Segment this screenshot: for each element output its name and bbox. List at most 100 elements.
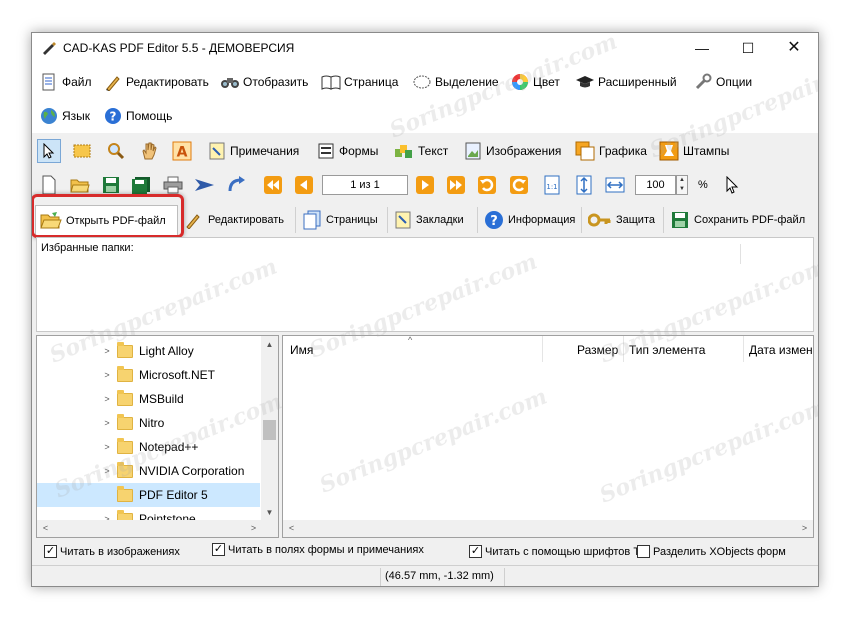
floppy-stack-icon: [132, 177, 150, 194]
svg-text:A: A: [177, 145, 188, 161]
marquee-tool-button[interactable]: [70, 139, 94, 163]
chevron-right-icon[interactable]: >: [101, 394, 113, 404]
tab-save-pdf[interactable]: Сохранить PDF-файл: [666, 207, 816, 233]
scroll-up-icon[interactable]: ▲: [261, 336, 278, 353]
save-as-button[interactable]: [129, 173, 153, 197]
rotate-button[interactable]: [225, 173, 249, 197]
chevron-right-icon[interactable]: >: [101, 466, 113, 476]
tree-item-nitro[interactable]: > Nitro: [37, 411, 260, 435]
edit-icon: [103, 72, 123, 92]
chevron-right-icon[interactable]: >: [101, 370, 113, 380]
column-type[interactable]: Тип элемента: [629, 343, 705, 357]
maximize-button[interactable]: ☐: [725, 33, 771, 63]
undo-button[interactable]: [475, 173, 499, 197]
tree-vertical-scrollbar[interactable]: ▲ ▼: [261, 336, 278, 521]
file-list[interactable]: ^ Имя Размер Тип элемента Дата измен < >: [282, 335, 814, 538]
column-separator: [623, 336, 624, 362]
text-tool[interactable]: Текст: [394, 139, 448, 163]
scroll-right-icon[interactable]: >: [796, 520, 813, 537]
last-page-button[interactable]: [444, 173, 468, 197]
menu-help[interactable]: ? Помощь: [103, 104, 172, 128]
print-button[interactable]: [161, 173, 185, 197]
tab-protection[interactable]: Защита: [584, 207, 664, 233]
menu-selection[interactable]: Выделение: [412, 70, 499, 94]
read-fonts-checkbox[interactable]: ✓ Читать с помощью шрифтов Т: [469, 545, 640, 558]
send-arrow-icon: [195, 179, 214, 191]
scroll-thumb[interactable]: [263, 420, 276, 440]
tab-open-pdf[interactable]: Открыть PDF-файл: [35, 205, 178, 235]
stamps-tool[interactable]: Штампы: [659, 139, 729, 163]
chevron-right-icon[interactable]: >: [101, 418, 113, 428]
new-document-button[interactable]: [37, 173, 61, 197]
column-size[interactable]: Размер: [577, 343, 618, 357]
scroll-right-icon[interactable]: >: [245, 520, 262, 537]
next-page-button[interactable]: [413, 173, 437, 197]
menu-view[interactable]: Отобразить: [220, 70, 308, 94]
tab-pages[interactable]: Страницы: [298, 207, 388, 233]
open-button[interactable]: [68, 173, 92, 197]
spin-up-icon[interactable]: ▲: [677, 176, 687, 185]
menu-options[interactable]: Опции: [693, 70, 752, 94]
checkmark-icon[interactable]: ✓: [44, 545, 57, 558]
pointer-button[interactable]: [720, 173, 744, 197]
fit-width-button[interactable]: [603, 173, 627, 197]
tab-info[interactable]: ? Информация: [480, 207, 582, 233]
split-xobjects-checkbox[interactable]: Разделить XObjects форм: [637, 545, 786, 558]
redo-button[interactable]: [507, 173, 531, 197]
actual-size-button[interactable]: 1:1: [540, 173, 564, 197]
checkbox-empty-icon[interactable]: [637, 545, 650, 558]
tree-item-notepad-plus-plus[interactable]: > Notepad++: [37, 435, 260, 459]
fit-height-button[interactable]: [572, 173, 596, 197]
tab-edit[interactable]: Редактировать: [180, 207, 296, 233]
read-images-checkbox[interactable]: ✓ Читать в изображениях: [44, 545, 180, 558]
tree-item-light-alloy[interactable]: > Light Alloy: [37, 339, 260, 363]
checkmark-icon[interactable]: ✓: [212, 543, 225, 556]
scroll-left-icon[interactable]: <: [37, 520, 54, 537]
read-forms-checkbox[interactable]: ✓ Читать в полях формы и примечаниях: [212, 543, 424, 556]
hand-tool-button[interactable]: [137, 139, 161, 163]
chevron-right-icon[interactable]: >: [101, 346, 113, 356]
tree-item-nvidia-corporation[interactable]: > NVIDIA Corporation: [37, 459, 260, 483]
select-tool-button[interactable]: [37, 139, 61, 163]
folder-icon: [117, 341, 133, 358]
scroll-down-icon[interactable]: ▼: [261, 504, 278, 521]
tab-bookmarks[interactable]: Закладки: [390, 207, 478, 233]
menu-color[interactable]: Цвет: [510, 70, 560, 94]
close-button[interactable]: ✕: [771, 33, 817, 63]
zoom-input[interactable]: 100: [635, 175, 676, 195]
checkmark-icon[interactable]: ✓: [469, 545, 482, 558]
tree-item-msbuild[interactable]: > MSBuild: [37, 387, 260, 411]
previous-page-button[interactable]: [292, 173, 316, 197]
text-tool-button[interactable]: A: [170, 139, 194, 163]
chevron-right-icon[interactable]: >: [101, 442, 113, 452]
minimize-button[interactable]: —: [679, 33, 725, 63]
tree-horizontal-scrollbar[interactable]: < >: [37, 520, 278, 537]
menu-edit[interactable]: Редактировать: [103, 70, 209, 94]
scroll-left-icon[interactable]: <: [283, 520, 300, 537]
favorites-panel[interactable]: Избранные папки:: [36, 237, 814, 332]
notes-tool[interactable]: Примечания: [208, 139, 299, 163]
tree-item-microsoft-net[interactable]: > Microsoft.NET: [37, 363, 260, 387]
first-page-button[interactable]: [261, 173, 285, 197]
save-button[interactable]: [99, 173, 123, 197]
status-bar: (46.57 mm, -1.32 mm): [32, 565, 818, 586]
menu-file[interactable]: Файл: [39, 70, 92, 94]
selection-icon: [412, 72, 432, 92]
page-number-field[interactable]: 1 из 1: [322, 175, 408, 195]
pointer-icon: [726, 176, 739, 194]
column-name[interactable]: Имя: [290, 343, 313, 357]
menu-page[interactable]: Страница: [321, 70, 398, 94]
files-horizontal-scrollbar[interactable]: < >: [283, 520, 813, 537]
spin-down-icon[interactable]: ▼: [677, 185, 687, 194]
forms-tool[interactable]: Формы: [317, 139, 378, 163]
send-button[interactable]: [193, 173, 217, 197]
folder-tree[interactable]: > Light Alloy > Microsoft.NET > MSBuild > Ni…: [36, 335, 279, 538]
menu-language[interactable]: Язык: [39, 104, 90, 128]
column-date[interactable]: Дата измен: [749, 343, 813, 357]
tree-item-pdf-editor-5[interactable]: PDF Editor 5: [37, 483, 260, 507]
images-tool[interactable]: Изображения: [464, 139, 561, 163]
zoom-spinner[interactable]: ▲ ▼: [676, 175, 688, 195]
zoom-tool-button[interactable]: [104, 139, 128, 163]
menu-advanced[interactable]: Расширенный: [575, 70, 677, 94]
graphics-tool[interactable]: Графика: [575, 139, 647, 163]
